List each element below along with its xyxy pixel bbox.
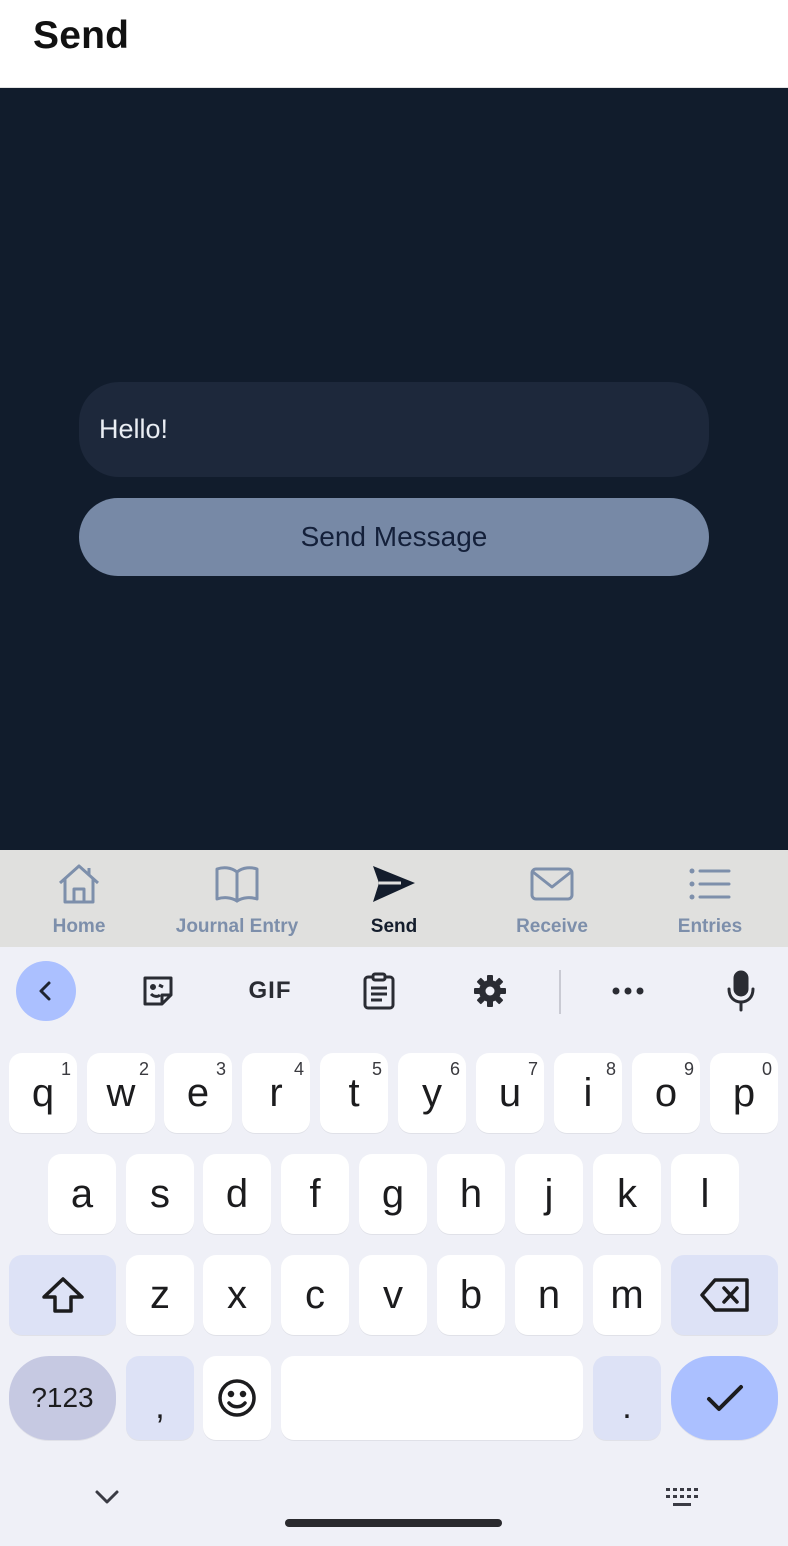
- space-key[interactable]: [281, 1356, 583, 1440]
- bottom-tab-bar: Home Journal Entry Send Receive Entries: [0, 850, 788, 947]
- tab-label: Entries: [677, 916, 743, 937]
- send-message-button[interactable]: Send Message: [79, 498, 709, 576]
- key-e[interactable]: e3: [164, 1053, 232, 1133]
- tab-journal-entry[interactable]: Journal Entry: [158, 850, 316, 947]
- home-icon: [55, 862, 103, 906]
- shift-key[interactable]: [9, 1255, 116, 1335]
- key-b[interactable]: b: [437, 1255, 505, 1335]
- key-q[interactable]: q1: [9, 1053, 77, 1133]
- clipboard-icon[interactable]: [349, 961, 409, 1021]
- toolbar-divider: [559, 970, 561, 1014]
- tab-label: Journal Entry: [175, 916, 299, 937]
- key-y[interactable]: y6: [398, 1053, 466, 1133]
- home-indicator[interactable]: [285, 1519, 502, 1527]
- key-f[interactable]: f: [281, 1154, 349, 1234]
- backspace-icon: [699, 1278, 749, 1312]
- app-header: Send: [0, 0, 788, 88]
- key-o[interactable]: o9: [632, 1053, 700, 1133]
- tab-label: Send: [370, 916, 418, 937]
- key-u[interactable]: u7: [476, 1053, 544, 1133]
- key-l[interactable]: l: [671, 1154, 739, 1234]
- send-screen: Send Message: [0, 88, 788, 850]
- backspace-key[interactable]: [671, 1255, 778, 1335]
- keyboard-switch-icon[interactable]: [664, 1483, 700, 1513]
- emoji-key[interactable]: [203, 1356, 271, 1440]
- tab-entries[interactable]: Entries: [631, 850, 788, 947]
- key-z[interactable]: z: [126, 1255, 194, 1335]
- key-i[interactable]: i8: [554, 1053, 622, 1133]
- key-m[interactable]: m: [593, 1255, 661, 1335]
- microphone-icon[interactable]: [711, 961, 771, 1021]
- key-v[interactable]: v: [359, 1255, 427, 1335]
- back-chevron-icon[interactable]: [16, 961, 76, 1021]
- key-k[interactable]: k: [593, 1154, 661, 1234]
- mail-icon: [528, 862, 576, 906]
- checkmark-icon: [706, 1385, 743, 1411]
- key-t[interactable]: t5: [320, 1053, 388, 1133]
- soft-keyboard: GIF q1 w2 e3 r4 t5 y6 u7 i8 o 9 p 0 a s …: [0, 947, 788, 1546]
- shift-icon: [41, 1277, 84, 1313]
- key-s[interactable]: s: [126, 1154, 194, 1234]
- key-c[interactable]: c: [281, 1255, 349, 1335]
- key-w[interactable]: w2: [87, 1053, 155, 1133]
- sticker-icon[interactable]: [128, 961, 188, 1021]
- key-a[interactable]: a: [48, 1154, 116, 1234]
- key-g[interactable]: g: [359, 1154, 427, 1234]
- send-icon: [370, 862, 418, 906]
- key-p[interactable]: p0: [710, 1053, 778, 1133]
- book-icon: [213, 862, 261, 906]
- key-x[interactable]: x: [203, 1255, 271, 1335]
- key-j[interactable]: j: [515, 1154, 583, 1234]
- key-n[interactable]: n: [515, 1255, 583, 1335]
- message-input[interactable]: [79, 382, 709, 477]
- tab-label: Receive: [516, 916, 588, 937]
- period-key[interactable]: .: [593, 1356, 661, 1440]
- tab-home[interactable]: Home: [0, 850, 158, 947]
- comma-key[interactable]: ,: [126, 1356, 194, 1440]
- hide-keyboard-chevron-icon[interactable]: [90, 1482, 124, 1512]
- enter-key[interactable]: [671, 1356, 778, 1440]
- more-icon[interactable]: [598, 961, 658, 1021]
- tab-send[interactable]: Send: [315, 850, 473, 947]
- list-icon: [686, 862, 734, 906]
- emoji-icon: [218, 1379, 256, 1417]
- gear-icon[interactable]: [460, 961, 520, 1021]
- tab-receive[interactable]: Receive: [473, 850, 631, 947]
- gif-icon[interactable]: GIF: [238, 961, 302, 1021]
- key-r[interactable]: r4: [242, 1053, 310, 1133]
- symbols-key[interactable]: ?123: [9, 1356, 116, 1440]
- page-title: Send: [33, 14, 130, 57]
- key-d[interactable]: d: [203, 1154, 271, 1234]
- tab-label: Home: [52, 916, 106, 937]
- key-h[interactable]: h: [437, 1154, 505, 1234]
